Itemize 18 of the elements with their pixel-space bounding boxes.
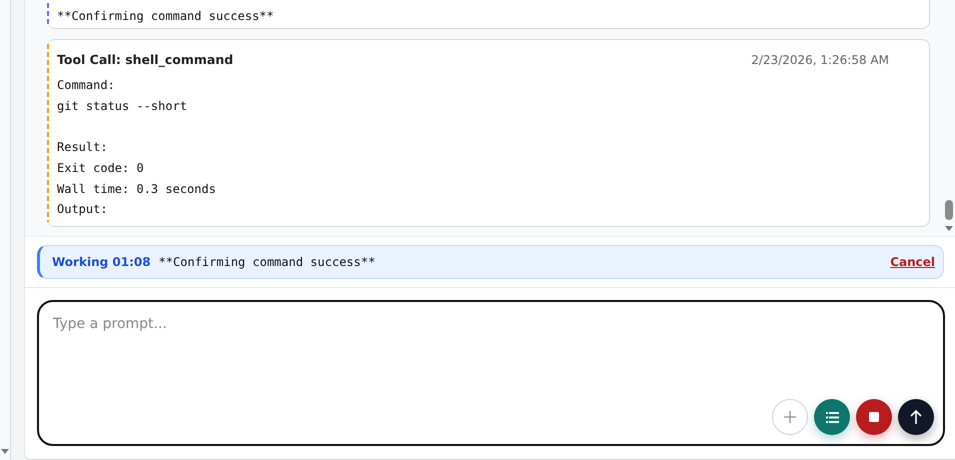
status-text: **Confirming command success** [158, 255, 376, 269]
cancel-link[interactable]: Cancel [890, 255, 935, 269]
scrollbar-thumb[interactable] [945, 200, 953, 220]
scroll-down-icon[interactable] [1, 449, 9, 454]
scroll-down-icon[interactable] [945, 226, 953, 231]
send-button[interactable] [898, 399, 934, 435]
stop-button[interactable] [856, 399, 892, 435]
list-icon [826, 412, 838, 422]
tool-output: Command: git status --short Result: Exit code: 0 Wall time: 0.3 seconds Output: [57, 77, 217, 218]
prompt-field[interactable]: Type a prompt... [39, 302, 943, 444]
tool-call-title: Tool Call: shell_command [57, 52, 234, 68]
plus-icon [783, 410, 797, 424]
timestamp: 2/23/2026, 1:26:58 AM [751, 52, 889, 67]
list-button[interactable] [814, 399, 850, 435]
status-label: Working 01:08 [52, 255, 151, 269]
arrow-up-icon [910, 409, 922, 425]
stop-icon [869, 412, 879, 422]
message-text: **Confirming command success** [57, 9, 274, 24]
